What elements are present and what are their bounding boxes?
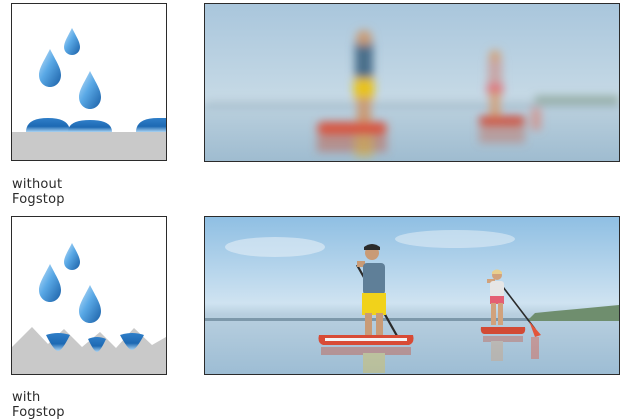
- bead-drop-icon: [26, 118, 70, 132]
- illustration-spreading-drops: [11, 216, 167, 375]
- falling-drop-icon: [64, 28, 80, 55]
- falling-drop-icon: [64, 243, 80, 270]
- droplet-diagram-clear: [12, 243, 166, 374]
- caption-without-fogstop: without Fogstop: [12, 177, 65, 207]
- photo-clear-paddleboarders: [204, 216, 620, 375]
- bead-drop-icon: [68, 120, 112, 132]
- caption-with-fogstop: with Fogstop: [12, 390, 65, 420]
- falling-drop-icon: [79, 71, 101, 109]
- falling-drop-icon: [39, 264, 61, 302]
- droplet-diagram-foggy: [12, 28, 166, 160]
- falling-drop-icon: [79, 285, 101, 323]
- bead-drop-icon: [136, 118, 166, 132]
- paddleboard-scene-blurred: [205, 4, 619, 161]
- surface-gray: [12, 132, 166, 160]
- photo-foggy-paddleboarders: [204, 3, 620, 162]
- falling-drop-icon: [39, 49, 61, 87]
- surface-gray: [12, 327, 166, 374]
- paddleboard-scene-sharp: [205, 217, 619, 374]
- illustration-beading-drops: [11, 3, 167, 161]
